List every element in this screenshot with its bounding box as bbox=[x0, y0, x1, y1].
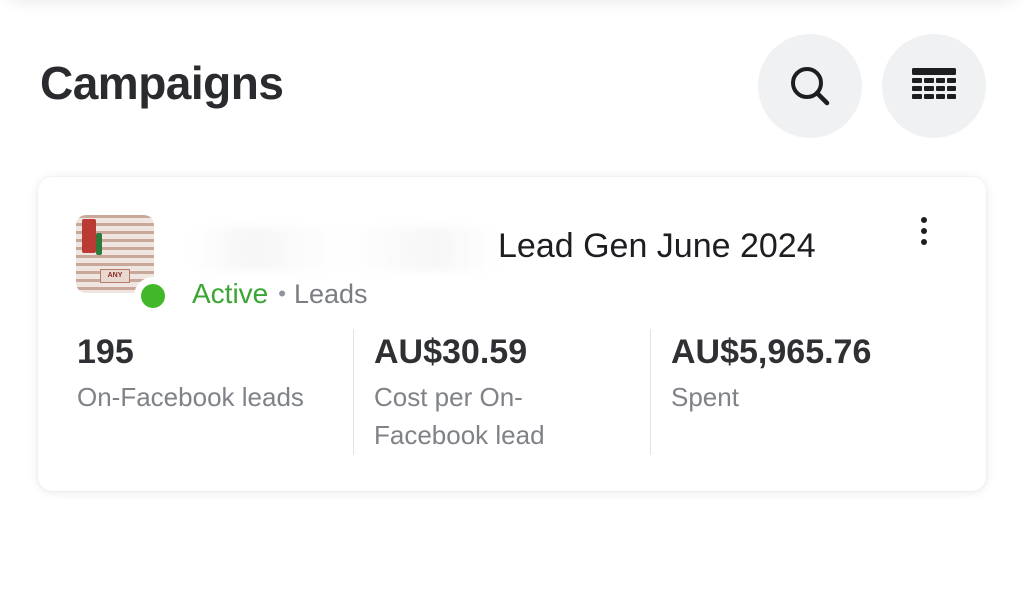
metric-label: Spent bbox=[671, 382, 739, 412]
metric-value: AU$5,965.76 bbox=[671, 333, 872, 371]
campaign-name[interactable]: Lead Gen June 2024 bbox=[498, 227, 816, 266]
metric-leads: 195 On-Facebook leads bbox=[77, 333, 367, 416]
customize-columns-button[interactable] bbox=[882, 34, 986, 138]
redacted-name-prefix bbox=[188, 227, 498, 271]
image-detail-red bbox=[82, 219, 96, 253]
image-sign-text: ANY bbox=[100, 269, 130, 283]
page-title: Campaigns bbox=[40, 57, 284, 109]
metric-value: AU$30.59 bbox=[374, 333, 528, 371]
objective-label: Leads bbox=[293, 279, 368, 309]
campaign-card[interactable]: ANY Lead Gen June 2024 Active • Leads 195 … bbox=[38, 177, 986, 491]
search-icon bbox=[791, 67, 830, 106]
status-separator: • bbox=[278, 281, 286, 306]
page-header: Campaigns bbox=[40, 30, 988, 142]
image-detail-green bbox=[96, 233, 102, 255]
metric-value: 195 bbox=[77, 333, 134, 371]
campaign-thumbnail: ANY bbox=[76, 215, 172, 315]
more-vertical-icon bbox=[921, 217, 927, 223]
more-options-button[interactable] bbox=[906, 213, 942, 249]
more-vertical-icon-dot bbox=[921, 239, 927, 245]
metric-spent: AU$5,965.76 Spent bbox=[671, 333, 961, 416]
more-vertical-icon-dot bbox=[921, 228, 927, 234]
metric-label: Cost per On-Facebook lead bbox=[374, 382, 545, 450]
metric-label: On-Facebook leads bbox=[77, 382, 304, 412]
metric-divider bbox=[353, 329, 354, 455]
active-dot-icon bbox=[141, 284, 165, 308]
status-label: Active bbox=[192, 278, 269, 309]
metric-divider bbox=[650, 329, 651, 455]
status-indicator bbox=[134, 277, 172, 315]
table-columns-icon bbox=[912, 68, 956, 99]
campaign-status-line: Active • Leads bbox=[192, 278, 368, 310]
metric-cost-per-lead: AU$30.59 Cost per On-Facebook lead bbox=[374, 333, 604, 454]
search-button[interactable] bbox=[758, 34, 862, 138]
